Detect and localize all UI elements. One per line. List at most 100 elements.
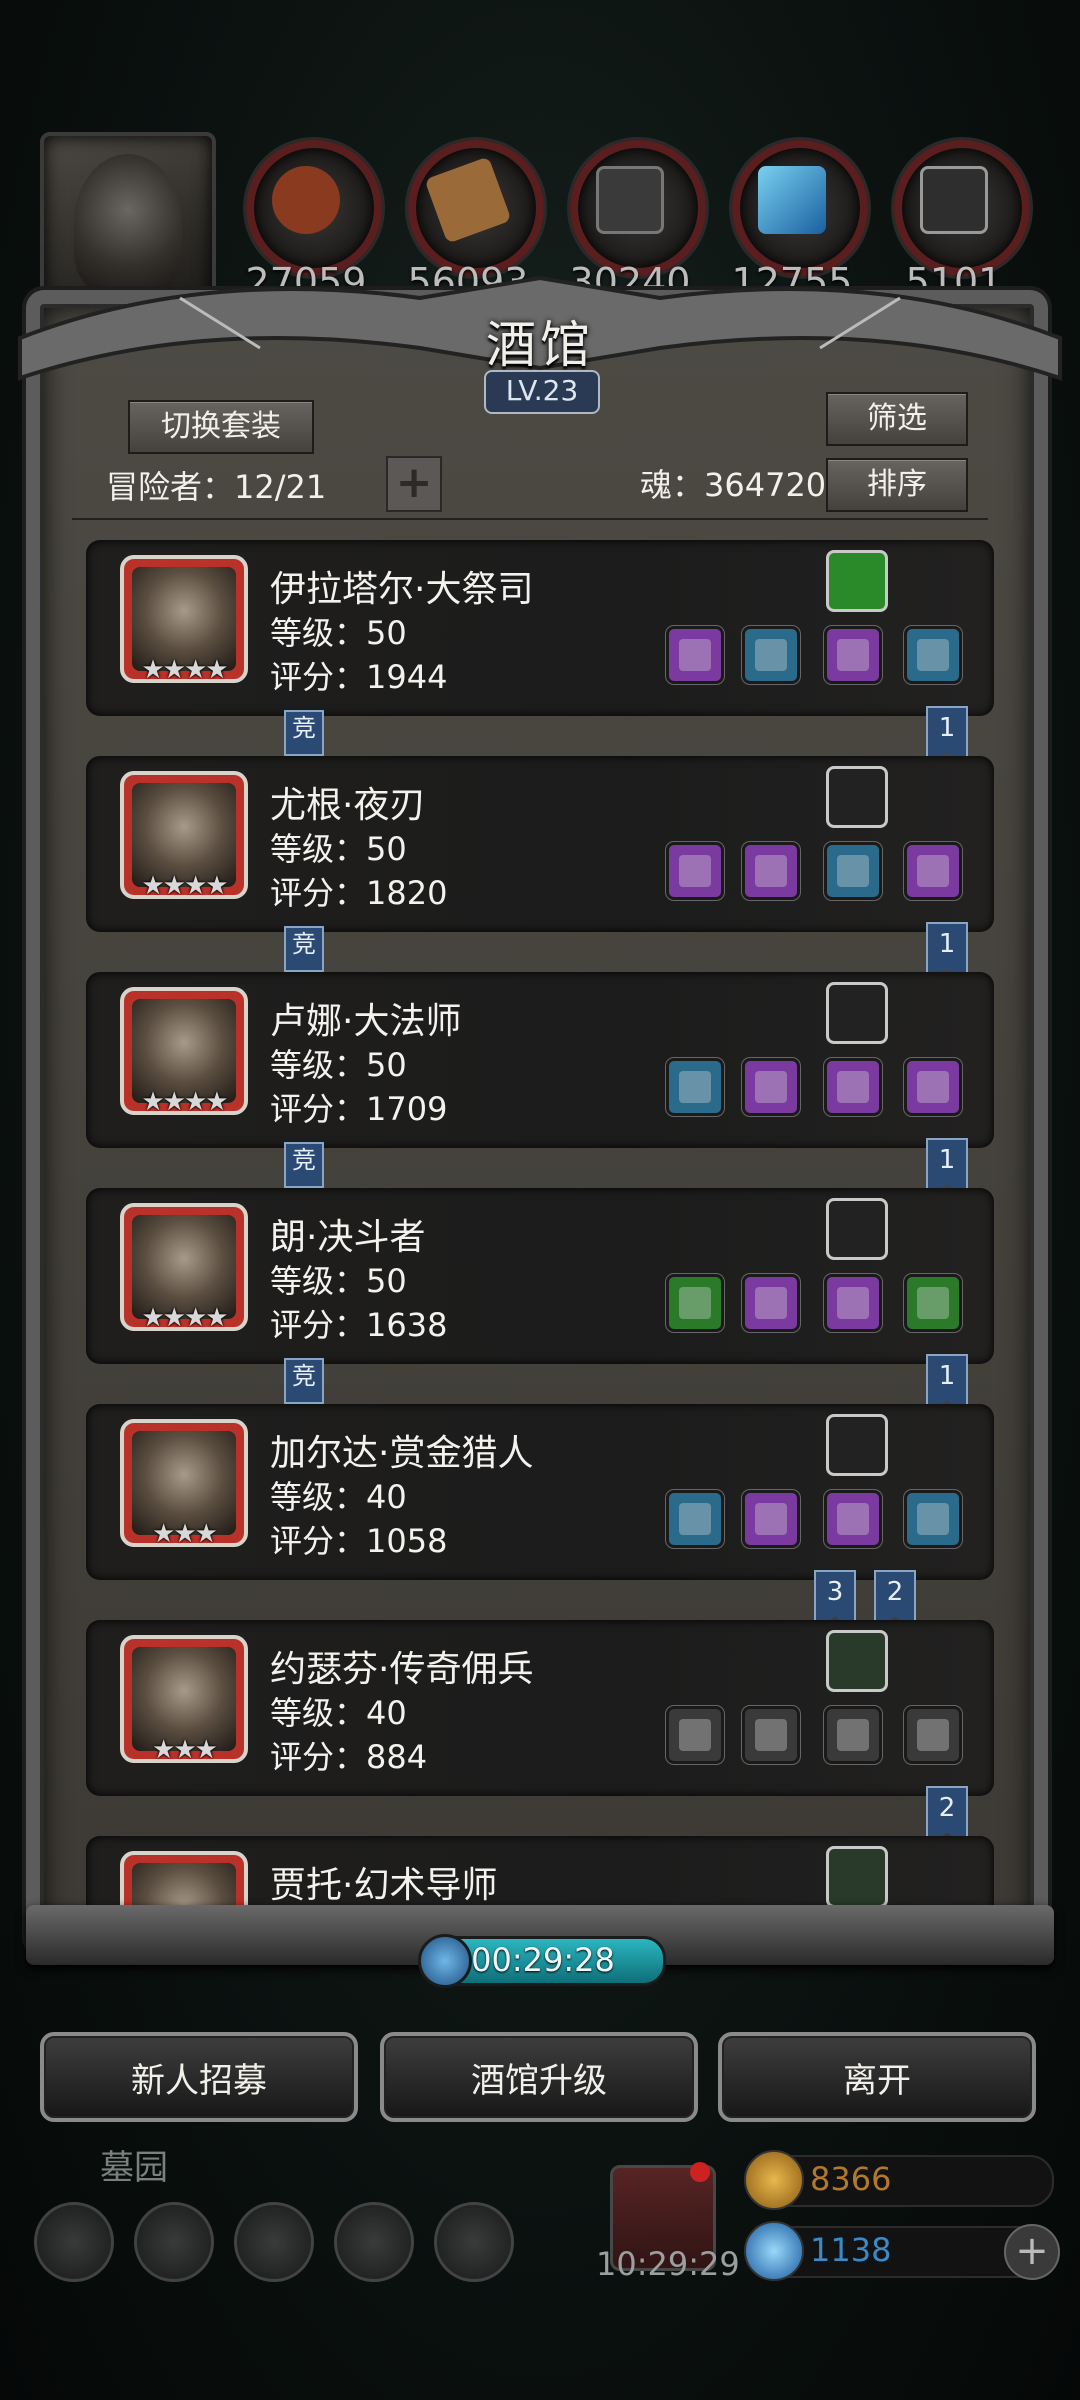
tavern-level-badge: LV.23: [484, 370, 600, 414]
leave-button[interactable]: 离开: [718, 2032, 1036, 2122]
hero-avatar[interactable]: ★★★★: [120, 1203, 248, 1333]
hero-avatar[interactable]: [120, 1851, 248, 1912]
shield-icon[interactable]: [434, 2202, 514, 2282]
hero-score: 评分：1709: [270, 1090, 448, 1128]
hero-score: 评分：1944: [270, 658, 448, 696]
equipment-slot[interactable]: [666, 626, 724, 684]
hero-name: 约瑟芬·传奇佣兵: [270, 1649, 534, 1690]
hero-card[interactable]: ★★★★ 伊拉塔尔·大祭司 等级：50 评分：1944: [86, 540, 994, 716]
gem-icon: [744, 2221, 804, 2281]
hero-card[interactable]: ★★★ 加尔达·赏金猎人 等级：40 评分：1058: [86, 1404, 994, 1580]
gold-coin-icon: [744, 2150, 804, 2210]
star-icon[interactable]: [134, 2202, 214, 2282]
special-item-slot[interactable]: [826, 1414, 888, 1476]
equipment-slot[interactable]: [742, 1490, 800, 1548]
hero-stars: ★★★★: [141, 655, 228, 685]
equipment-slot[interactable]: [742, 842, 800, 900]
hero-card[interactable]: ★★★ 约瑟芬·传奇佣兵 等级：40 评分：884: [86, 1620, 994, 1796]
arena-tag: 竞: [284, 1358, 324, 1404]
hero-level: 等级：40: [270, 1694, 407, 1732]
equipment-slot[interactable]: [666, 1058, 724, 1116]
hero-level: 等级：50: [270, 614, 407, 652]
equipment-slot[interactable]: [666, 1706, 724, 1764]
hero-name: 贾托·幻术导师: [270, 1865, 498, 1906]
hero-score: 评分：884: [270, 1738, 428, 1776]
steel-icon: [894, 140, 1030, 276]
divider: [72, 518, 988, 520]
equipment-slot[interactable]: [824, 1058, 882, 1116]
hero-stars: ★★★: [152, 1519, 218, 1549]
player-portrait[interactable]: [40, 132, 216, 308]
hero-avatar[interactable]: ★★★★: [120, 771, 248, 901]
adventurer-count: 冒险者：12/21: [106, 468, 327, 506]
hero-score: 评分：1058: [270, 1522, 448, 1560]
hero-card[interactable]: ★★★★ 尤根·夜刃等级：50 评分：1820: [86, 756, 994, 932]
hero-avatar[interactable]: ★★★★: [120, 987, 248, 1117]
hero-name: 尤根·夜刃: [270, 785, 426, 826]
hero-stars: ★★★★: [141, 871, 228, 901]
hero-avatar[interactable]: ★★★: [120, 1635, 248, 1765]
hero-score: 评分：1638: [270, 1306, 448, 1344]
equipment-slot[interactable]: [904, 1274, 962, 1332]
hero-card[interactable]: 贾托·幻术导师: [86, 1836, 994, 1912]
hero-card[interactable]: ★★★★ 朗·决斗者等级：50 评分：1638: [86, 1188, 994, 1364]
helmet-icon[interactable]: [234, 2202, 314, 2282]
equipment-slot[interactable]: [904, 842, 962, 900]
filter-button[interactable]: 筛选: [826, 392, 968, 446]
equipment-slot[interactable]: [824, 1490, 882, 1548]
equipment-slot[interactable]: [904, 626, 962, 684]
recruit-button[interactable]: 新人招募: [40, 2032, 358, 2122]
arena-tag: 竞: [284, 710, 324, 756]
special-item-slot[interactable]: [826, 1198, 888, 1260]
notification-dot: [690, 2162, 710, 2182]
equipment-slot[interactable]: [824, 842, 882, 900]
special-item-slot[interactable]: [826, 550, 888, 612]
settings-icon[interactable]: [34, 2202, 114, 2282]
hero-level: 等级：40: [270, 1478, 407, 1516]
crystal-icon: [732, 140, 868, 276]
tavern-upgrade-button[interactable]: 酒馆升级: [380, 2032, 698, 2122]
equipment-slot[interactable]: [742, 1706, 800, 1764]
hero-list[interactable]: ★★★★ 伊拉塔尔·大祭司 等级：50 评分：1944 竞 1 ★★★★ 尤根·夜刃 等级：50…: [86, 540, 994, 1912]
equipment-slot[interactable]: [742, 626, 800, 684]
hero-avatar[interactable]: ★★★: [120, 1419, 248, 1549]
equipment-slot[interactable]: [824, 1706, 882, 1764]
special-item-slot[interactable]: [826, 1846, 888, 1908]
special-item-slot[interactable]: [826, 766, 888, 828]
arena-tag: 竞: [284, 1142, 324, 1188]
equipment-slot[interactable]: [824, 626, 882, 684]
hero-name: 伊拉塔尔·大祭司: [270, 569, 534, 610]
sort-button[interactable]: 排序: [826, 458, 968, 512]
equipment-slot[interactable]: [666, 1274, 724, 1332]
hero-avatar[interactable]: ★★★★: [120, 555, 248, 685]
hero-score: 评分：1820: [270, 874, 448, 912]
gold-count: 8366: [810, 2160, 892, 2198]
leather-icon: [246, 140, 382, 276]
switch-outfit-button[interactable]: 切换套装: [128, 400, 314, 454]
equipment-slot[interactable]: [824, 1274, 882, 1332]
hero-card[interactable]: ★★★★ 卢娜·大法师 等级：50 评分：1709: [86, 972, 994, 1148]
special-item-slot[interactable]: [826, 1630, 888, 1692]
hero-name: 朗·决斗者: [270, 1217, 426, 1258]
hero-name: 卢娜·大法师: [270, 1001, 462, 1042]
equipment-slot[interactable]: [666, 842, 724, 900]
equipment-slot[interactable]: [904, 1706, 962, 1764]
hero-name: 加尔达·赏金猎人: [270, 1433, 534, 1474]
equipment-slot[interactable]: [742, 1058, 800, 1116]
hero-level: 等级：50: [270, 830, 407, 868]
add-gems-button[interactable]: +: [1004, 2224, 1060, 2280]
mail-icon[interactable]: [334, 2202, 414, 2282]
graveyard-label: 墓园: [100, 2148, 168, 2188]
gem-count: 1138: [810, 2231, 892, 2269]
add-adventurer-slot-button[interactable]: +: [386, 456, 442, 512]
hero-stars: ★★★★: [141, 1303, 228, 1333]
special-item-slot[interactable]: [826, 982, 888, 1044]
equipment-slot[interactable]: [742, 1274, 800, 1332]
hero-level: 等级：50: [270, 1262, 407, 1300]
equipment-slot[interactable]: [904, 1490, 962, 1548]
equipment-slot[interactable]: [904, 1058, 962, 1116]
page-title: 酒馆: [486, 316, 594, 374]
hero-stars: ★★★★: [141, 1087, 228, 1117]
equipment-slot[interactable]: [666, 1490, 724, 1548]
hero-stars: ★★★: [152, 1735, 218, 1765]
